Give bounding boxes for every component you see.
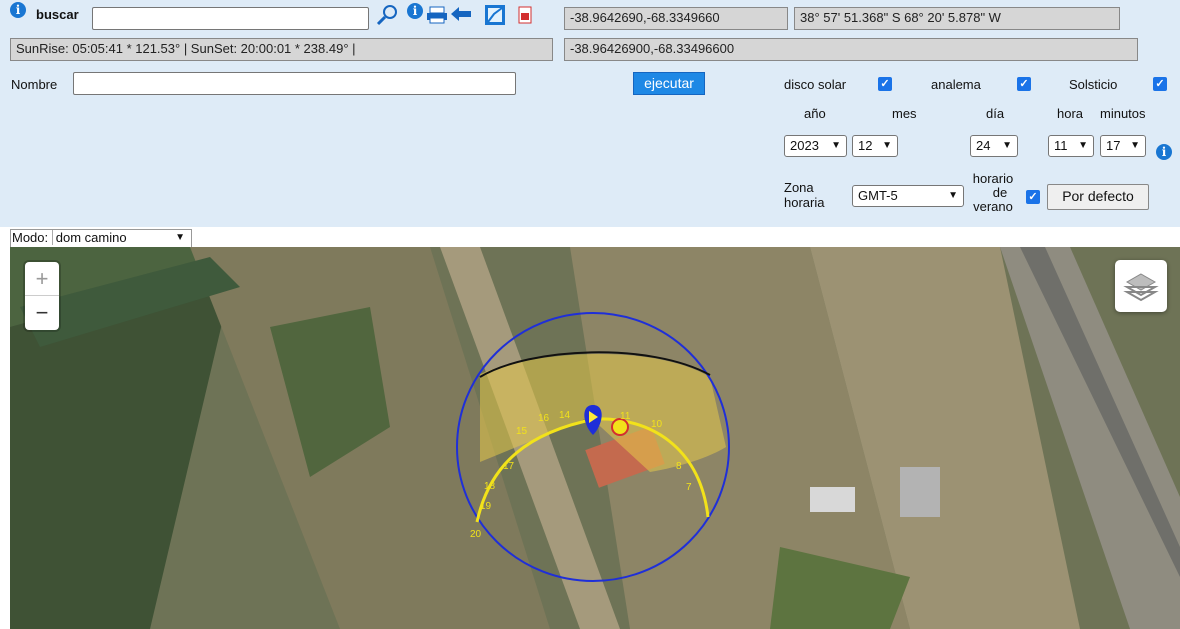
map[interactable]: 15 16 14 11 10 8 7 17 18 19 20 + −: [10, 247, 1180, 629]
coords-dms: 38° 57' 51.368" S 68° 20' 5.878" W: [794, 7, 1120, 30]
hour-select[interactable]: 11 ▼: [1048, 135, 1094, 157]
help-icon[interactable]: i: [407, 3, 423, 19]
hour-label-18: 18: [484, 481, 496, 492]
day-select[interactable]: 24 ▼: [970, 135, 1018, 157]
chevron-down-icon: ▼: [175, 232, 185, 243]
nombre-input[interactable]: [73, 72, 516, 95]
year-select-value: 2023: [790, 138, 819, 153]
nombre-label: Nombre: [11, 77, 58, 92]
info-icon[interactable]: i: [10, 2, 26, 18]
analema-label: analema: [931, 77, 981, 92]
year-header: año: [804, 106, 826, 121]
sun-overlay: 15 16 14 11 10 8 7 17 18 19 20: [456, 312, 730, 582]
coords-decimal: -38.9642690,-68.3349660: [564, 7, 788, 30]
chevron-down-icon: ▼: [831, 140, 841, 151]
year-select[interactable]: 2023 ▼: [784, 135, 847, 157]
horario-verano-checkbox[interactable]: ✓: [1026, 190, 1040, 204]
hour-label-7: 7: [686, 482, 692, 493]
modo-label: Modo:: [12, 230, 49, 245]
minutes-select[interactable]: 17 ▼: [1100, 135, 1146, 157]
pdf-icon[interactable]: [518, 6, 532, 24]
zoom-in-button[interactable]: +: [25, 262, 59, 296]
disco-solar-checkbox[interactable]: ✓: [878, 77, 892, 91]
sun-info: SunRise: 05:05:41 * 121.53° | SunSet: 20…: [10, 38, 553, 61]
search-icon[interactable]: [375, 3, 399, 27]
por-defecto-button[interactable]: Por defecto: [1047, 184, 1149, 210]
solsticio-label: Solsticio: [1069, 77, 1118, 92]
hour-label-8: 8: [676, 461, 682, 472]
hour-label-16: 16: [538, 413, 550, 424]
coords-decimal-full: -38.96426900,-68.33496600: [564, 38, 1138, 61]
image-icon[interactable]: [484, 4, 506, 26]
zona-select-value: GMT-5: [858, 188, 898, 203]
chevron-down-icon: ▼: [1078, 140, 1088, 151]
month-select-value: 12: [858, 138, 873, 153]
search-input[interactable]: [92, 7, 369, 30]
hour-label-17: 17: [503, 461, 515, 472]
analema-checkbox[interactable]: ✓: [1017, 77, 1031, 91]
minutes-select-value: 17: [1106, 138, 1121, 153]
zoom-control: + −: [25, 262, 59, 330]
ejecutar-button[interactable]: ejecutar: [633, 72, 705, 95]
day-select-value: 24: [976, 138, 991, 153]
hour-label-20: 20: [470, 529, 482, 540]
modo-value: dom camino: [51, 230, 127, 245]
layers-button[interactable]: [1115, 260, 1167, 312]
zoom-out-button[interactable]: −: [25, 296, 59, 329]
hour-label-10: 10: [651, 419, 663, 430]
hour-label-15: 15: [516, 426, 528, 437]
day-header: día: [986, 106, 1005, 121]
month-header: mes: [892, 106, 917, 121]
hour-label-11: 11: [620, 411, 631, 422]
layers-icon: [1123, 273, 1159, 302]
print-icon[interactable]: [426, 6, 448, 24]
chevron-down-icon: ▼: [1002, 140, 1012, 151]
hour-select-value: 11: [1054, 138, 1068, 153]
horario-verano-label: horario de verano: [972, 171, 1014, 214]
hour-label-19: 19: [480, 501, 492, 512]
time-info-icon[interactable]: i: [1156, 144, 1172, 160]
zona-select[interactable]: GMT-5 ▼: [852, 185, 964, 207]
back-arrow-icon[interactable]: [450, 6, 472, 22]
hour-label-14: 14: [559, 410, 571, 421]
solsticio-checkbox[interactable]: ✓: [1153, 77, 1167, 91]
chevron-down-icon: ▼: [882, 140, 892, 151]
chevron-down-icon: ▼: [948, 190, 958, 201]
search-label: buscar: [36, 7, 79, 22]
modo-select[interactable]: Modo: dom camino ▼: [10, 229, 192, 249]
month-select[interactable]: 12 ▼: [852, 135, 898, 157]
disco-solar-label: disco solar: [784, 77, 847, 92]
chevron-down-icon: ▼: [1130, 140, 1140, 151]
minutes-header: minutos: [1100, 106, 1146, 121]
zona-label: Zona horaria: [784, 180, 825, 210]
hour-header: hora: [1057, 106, 1084, 121]
